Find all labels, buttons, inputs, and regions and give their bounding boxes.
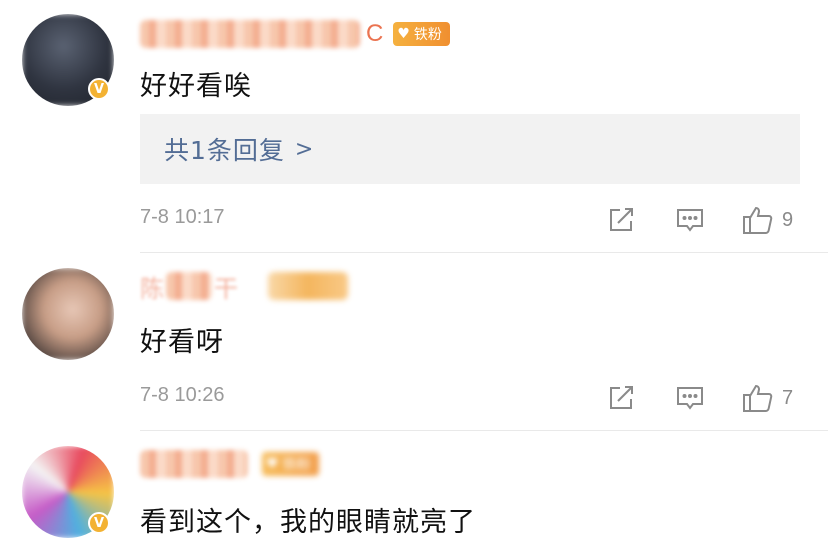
comment-button[interactable] (676, 382, 704, 414)
comment-text: 看到这个，我的眼睛就亮了 (140, 507, 476, 538)
username[interactable]: 陈 干 (140, 268, 348, 304)
reply-thread-link[interactable]: 共1条回复 > (140, 114, 800, 184)
fan-badge-masked (268, 272, 348, 300)
like-count: 7 (782, 386, 794, 409)
username-masked (166, 272, 212, 300)
verified-v-icon: V (88, 512, 110, 534)
username-prefix: 陈 (140, 275, 164, 303)
username-masked (140, 20, 360, 48)
thumbs-up-icon (743, 206, 773, 234)
repost-icon (610, 386, 633, 409)
comment-meta: 7-8 10:26 7 (140, 382, 800, 414)
timestamp: 7-8 10:26 (140, 384, 225, 406)
comment-button[interactable] (676, 204, 704, 236)
repost-icon (610, 208, 633, 231)
like-button[interactable]: 9 (742, 204, 793, 236)
comment-text: 好看呀 (140, 327, 224, 358)
reply-count-label: 共1条回复 (164, 136, 285, 165)
username-masked (140, 450, 248, 478)
fan-badge[interactable]: ♥ 铁粉 (262, 452, 319, 476)
avatar[interactable] (22, 268, 114, 360)
username-suffix: 干 (214, 275, 238, 303)
verified-v-icon: V (88, 78, 110, 100)
username-suffix: C (366, 20, 384, 47)
like-button[interactable]: 7 (742, 382, 793, 414)
fan-heart-icon: ♥ (397, 26, 410, 42)
divider (140, 252, 828, 253)
comment-text: 好好看唉 (140, 71, 252, 102)
like-count: 9 (782, 208, 794, 231)
fan-badge-label: 铁粉 (282, 457, 311, 473)
repost-button[interactable] (608, 382, 636, 414)
thumbs-up-icon (743, 384, 773, 412)
comment-icon (677, 209, 703, 232)
username[interactable]: C ♥ 铁粉 (140, 16, 450, 52)
fan-badge-label: 铁粉 (413, 27, 442, 43)
chevron-right-icon: > (294, 136, 315, 162)
fan-heart-icon: ♥ (266, 456, 279, 472)
repost-button[interactable] (608, 204, 636, 236)
fan-badge[interactable]: ♥ 铁粉 (393, 22, 450, 46)
username[interactable]: ♥ 铁粉 (140, 446, 319, 482)
comment-meta: 7-8 10:17 9 (140, 204, 800, 236)
timestamp: 7-8 10:17 (140, 206, 225, 228)
divider (140, 430, 828, 431)
comment-icon (677, 387, 703, 410)
